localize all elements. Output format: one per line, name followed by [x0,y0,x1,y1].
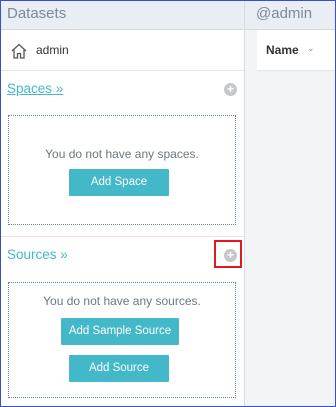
name-column-label: Name [266,43,299,57]
highlight-box [214,240,242,268]
sources-empty-text: You do not have any sources. [43,294,201,308]
add-source-button[interactable]: Add Source [69,355,169,382]
add-sample-source-button[interactable]: Add Sample Source [61,318,179,345]
datasets-panel: Datasets admin Spaces » + You do not hav… [1,1,245,406]
spaces-section-header: Spaces » + [1,71,244,107]
sources-link[interactable]: Sources » [7,247,68,262]
chevron-down-icon[interactable]: ⌄ [307,43,315,54]
home-space-item[interactable]: admin [1,30,244,71]
home-icon [11,43,27,59]
sources-empty-box: You do not have any sources. Add Sample … [8,282,236,398]
datasets-header: Datasets [1,1,244,30]
space-header: @admin [245,1,335,30]
home-label: admin [36,43,69,57]
window-frame: Datasets admin Spaces » + You do not hav… [0,0,336,407]
name-column-header[interactable]: Name ⌄ [257,30,335,71]
spaces-link[interactable]: Spaces » [7,81,63,96]
plus-circle-icon[interactable]: + [224,83,237,96]
spaces-empty-text: You do not have any spaces. [45,147,199,161]
space-title: @admin [256,5,313,22]
sources-section-header: Sources » + [1,237,244,273]
add-space-button[interactable]: Add Space [69,169,169,196]
panel-title: Datasets [7,5,67,22]
spaces-empty-box: You do not have any spaces. Add Space [8,115,236,225]
